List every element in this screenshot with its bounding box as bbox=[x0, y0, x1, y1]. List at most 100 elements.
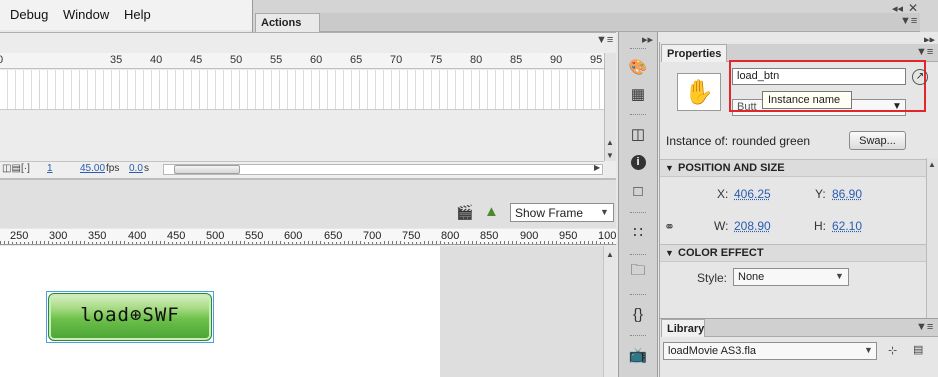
grip-handle[interactable] bbox=[630, 48, 646, 52]
scroll-up-icon[interactable]: ▲ bbox=[606, 138, 614, 147]
frame-number: 35 bbox=[110, 54, 123, 66]
panel-menu-icon[interactable]: ▼≡ bbox=[900, 15, 917, 27]
close-icon[interactable]: ✕ bbox=[908, 1, 918, 15]
info-icon[interactable]: i bbox=[627, 152, 649, 172]
scroll-up-icon[interactable]: ▲ bbox=[928, 160, 936, 169]
chevron-down-icon[interactable]: ▼ bbox=[835, 271, 844, 281]
transform-icon[interactable]: □ bbox=[627, 181, 649, 201]
y-label: Y: bbox=[815, 187, 826, 201]
lock-proportions-icon[interactable]: ⚭ bbox=[664, 219, 675, 235]
position-size-section-header[interactable]: ▼ POSITION AND SIZE bbox=[660, 159, 926, 177]
current-frame: 1 bbox=[47, 163, 53, 174]
actions-tab-strip bbox=[320, 13, 920, 32]
align-icon[interactable]: ◫ bbox=[627, 124, 649, 144]
tab-library[interactable]: Library bbox=[661, 319, 705, 337]
stage-vertical-scrollbar[interactable] bbox=[603, 246, 616, 377]
time-unit: s bbox=[144, 163, 149, 174]
frame-number: 40 bbox=[150, 54, 163, 66]
frame-number: 90 bbox=[550, 54, 563, 66]
instance-of-label: Instance of: bbox=[666, 134, 729, 148]
ruler-label: 550 bbox=[245, 230, 265, 242]
library-tab-strip bbox=[705, 319, 938, 337]
w-value[interactable]: 208.90 bbox=[734, 219, 771, 233]
panel-menu-icon[interactable]: ▼≡ bbox=[916, 46, 933, 58]
onion-skin-icon[interactable]: ◫▤ bbox=[2, 163, 21, 174]
menu-debug[interactable]: Debug bbox=[10, 7, 48, 22]
collapse-arrow-icon: ▼ bbox=[665, 163, 674, 173]
x-value[interactable]: 406.25 bbox=[734, 187, 771, 201]
grip-handle[interactable] bbox=[630, 114, 646, 118]
library-document-select[interactable]: loadMovie AS3.fla bbox=[663, 342, 877, 360]
color-palette-icon[interactable]: 🎨 bbox=[627, 57, 649, 77]
tab-actions[interactable]: Actions bbox=[255, 13, 320, 32]
chevron-down-icon[interactable]: ▼ bbox=[600, 207, 609, 217]
h-label: H: bbox=[814, 219, 826, 233]
collapse-icon[interactable]: ▸▸ bbox=[642, 33, 653, 46]
components-icon[interactable]: ∷ bbox=[627, 222, 649, 242]
x-label: X: bbox=[717, 187, 729, 201]
new-library-panel-icon[interactable]: ▤ bbox=[913, 343, 923, 356]
ruler-label: 500 bbox=[206, 230, 226, 242]
actions-code-icon[interactable]: {} bbox=[627, 304, 649, 324]
menu-help[interactable]: Help bbox=[124, 7, 151, 22]
scroll-right-icon[interactable]: ▶ bbox=[594, 163, 600, 172]
style-select[interactable]: None bbox=[733, 268, 849, 286]
grip-handle[interactable] bbox=[630, 294, 646, 298]
frame-number: 45 bbox=[190, 54, 203, 66]
color-effect-section-header[interactable]: ▼ COLOR EFFECT bbox=[660, 244, 926, 262]
ruler-label: 900 bbox=[520, 230, 540, 242]
pin-library-icon[interactable]: ⊹ bbox=[888, 344, 897, 357]
swap-button[interactable]: Swap... bbox=[849, 131, 906, 150]
frame-number: 80 bbox=[470, 54, 483, 66]
grip-handle[interactable] bbox=[630, 212, 646, 216]
frame-number: 75 bbox=[430, 54, 443, 66]
section-title: COLOR EFFECT bbox=[678, 247, 764, 259]
collapse-arrow-icon: ▼ bbox=[665, 248, 674, 258]
frame-number: 55 bbox=[270, 54, 283, 66]
ruler-label: 450 bbox=[167, 230, 187, 242]
zoom-value: Show Frame bbox=[515, 206, 584, 220]
ruler-label: 350 bbox=[88, 230, 108, 242]
style-value: None bbox=[738, 271, 765, 283]
zoom-select[interactable]: Show Frame bbox=[510, 203, 614, 222]
grip-handle[interactable] bbox=[630, 254, 646, 258]
properties-scrollbar[interactable] bbox=[926, 158, 938, 318]
time-value: 0.0 bbox=[129, 163, 143, 174]
scroll-up-icon[interactable]: ▲ bbox=[606, 250, 614, 259]
panel-menu-icon[interactable]: ▼≡ bbox=[916, 321, 933, 333]
edit-symbols-icon[interactable]: ▲ bbox=[484, 203, 499, 220]
ruler-label: 950 bbox=[559, 230, 579, 242]
frame-number: 0 bbox=[0, 54, 4, 66]
frame-number: 85 bbox=[510, 54, 523, 66]
collapse-icon[interactable]: ◂◂ bbox=[892, 2, 903, 15]
section-title: POSITION AND SIZE bbox=[678, 162, 785, 174]
selection-box bbox=[46, 291, 214, 343]
tab-properties[interactable]: Properties bbox=[661, 44, 727, 62]
scrollbar-thumb[interactable] bbox=[174, 165, 240, 174]
h-value[interactable]: 62.10 bbox=[832, 219, 862, 233]
chevron-down-icon[interactable]: ▼ bbox=[864, 345, 873, 355]
timeline-menu-icon[interactable]: ▼≡ bbox=[596, 34, 613, 46]
movie-explorer-icon[interactable]: 📺 bbox=[627, 345, 649, 365]
y-value[interactable]: 86.90 bbox=[832, 187, 862, 201]
frame-number: 50 bbox=[230, 54, 243, 66]
fps-value[interactable]: 45.00 bbox=[80, 163, 105, 174]
swatches-grid-icon[interactable]: ▦ bbox=[627, 84, 649, 104]
frame-number: 60 bbox=[310, 54, 323, 66]
style-label: Style: bbox=[697, 271, 728, 285]
w-label: W: bbox=[714, 219, 729, 233]
ruler-label: 600 bbox=[284, 230, 304, 242]
edit-symbol-link-icon[interactable]: ↗ bbox=[912, 69, 928, 85]
highlight-box bbox=[729, 60, 926, 112]
library-document-value: loadMovie AS3.fla bbox=[668, 345, 757, 357]
edit-scene-icon[interactable]: 🎬 bbox=[456, 204, 473, 221]
frame-grid-markers bbox=[0, 80, 604, 110]
ruler-label: 750 bbox=[402, 230, 422, 242]
instance-of-value: rounded green bbox=[732, 134, 811, 148]
menu-window[interactable]: Window bbox=[63, 7, 109, 22]
scroll-down-icon[interactable]: ▼ bbox=[606, 151, 614, 160]
scene-folder-icon[interactable]: 🗀 bbox=[627, 262, 649, 282]
grip-handle[interactable] bbox=[630, 335, 646, 339]
edit-markers-icon[interactable]: [·] bbox=[21, 163, 30, 174]
button-symbol-icon: ✋ bbox=[677, 73, 721, 111]
